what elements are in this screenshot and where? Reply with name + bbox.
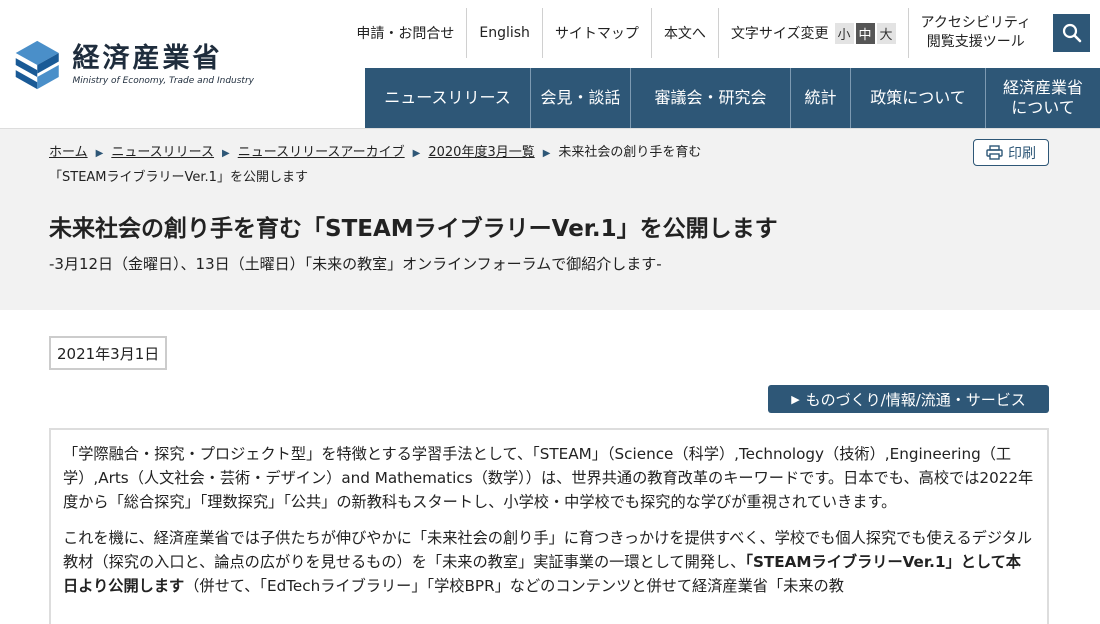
breadcrumb-arrow-icon: ▶: [95, 148, 104, 159]
gnav-councils[interactable]: 審議会・研究会: [630, 68, 790, 128]
accessibility-line1: アクセシビリティ: [920, 15, 1031, 31]
font-size-label: 文字サイズ変更: [730, 26, 829, 42]
global-nav: ニュースリリース 会見・談話 審議会・研究会 統計 政策について 経済産業省 に…: [365, 68, 1100, 128]
logo-text-jp: 経済産業省: [72, 43, 223, 74]
breadcrumb-arrow-icon: ▶: [222, 148, 230, 159]
breadcrumb-arrow-icon: ▶: [412, 148, 421, 159]
breadcrumb-month-list[interactable]: 2020年度3月一覧: [428, 145, 534, 160]
body-paragraph-2-continued: （併せて、「EdTechライブラリー」「学校BPR」などのコンテンツと併せて経済…: [184, 577, 844, 595]
gnav-statistics[interactable]: 統計: [790, 68, 850, 128]
search-icon: [1062, 23, 1081, 43]
font-size-small-button[interactable]: 小: [834, 22, 854, 44]
font-size-medium-button[interactable]: 中: [855, 22, 875, 44]
gnav-about-line1: 経済産業省: [1002, 78, 1083, 97]
printer-icon: [986, 145, 1003, 160]
site-header: 経済産業省 Ministry of Economy, Trade and Ind…: [0, 0, 1100, 128]
utility-nav: 申請・お問合せ English サイトマップ 本文へ 文字サイズ変更 小 中 大…: [344, 8, 1090, 58]
breadcrumb-arrow-icon: ▶: [542, 148, 551, 159]
category-label: ものづくり/情報/流通・サービス: [805, 390, 1026, 409]
breadcrumb-news-release[interactable]: ニュースリリース: [111, 145, 214, 160]
breadcrumb-archive[interactable]: ニュースリリースアーカイブ: [238, 145, 405, 160]
accessibility-line2: 閲覧支援ツール: [926, 34, 1025, 50]
english-link[interactable]: English: [466, 8, 542, 58]
breadcrumb: ホーム ▶ ニュースリリース ▶ ニュースリリースアーカイブ ▶ 2020年度3月一覧 ▶ 未来…: [49, 141, 949, 190]
breadcrumb-current-line2: 「STEAMライブラリーVer.1」を公開します: [49, 170, 308, 185]
body-paragraph-2: これを機に、経済産業省では子供たちが伸びやかに「未来社会の創り手」に育つきっかけ…: [63, 526, 1035, 598]
contact-link[interactable]: 申請・お問合せ: [344, 8, 466, 58]
category-tag[interactable]: ▶ ものづくり/情報/流通・サービス: [768, 385, 1049, 413]
body-paragraph-1: 「学際融合・探究・プロジェクト型」を特徴とする学習手法として、「STEAM」（S…: [63, 445, 1034, 511]
search-button[interactable]: [1053, 14, 1090, 52]
title-area: ホーム ▶ ニュースリリース ▶ ニュースリリースアーカイブ ▶ 2020年度3月一覧 ▶ 未来…: [0, 128, 1100, 310]
page-subtitle: -3月12日（金曜日）、13日（土曜日）「未来の教室」オンラインフォーラムで御紹…: [49, 255, 662, 273]
print-button[interactable]: 印刷: [973, 139, 1049, 166]
skip-to-content-link[interactable]: 本文へ: [650, 8, 718, 58]
site-logo[interactable]: 経済産業省 Ministry of Economy, Trade and Ind…: [14, 30, 254, 100]
print-label: 印刷: [1008, 145, 1036, 162]
publish-date: 2021年3月1日: [49, 336, 168, 370]
breadcrumb-current-line1: 未来社会の創り手を育む: [558, 145, 702, 160]
gnav-about-line2: について: [1011, 98, 1075, 117]
breadcrumb-home[interactable]: ホーム: [49, 145, 88, 160]
logo-text-en: Ministry of Economy, Trade and Industry: [72, 76, 254, 86]
sitemap-link[interactable]: サイトマップ: [541, 8, 651, 58]
page-title: 未来社会の創り手を育む「STEAMライブラリーVer.1」を公開します: [49, 216, 778, 242]
gnav-press-conference[interactable]: 会見・談話: [530, 68, 630, 128]
accessibility-tool-link[interactable]: アクセシビリティ 閲覧支援ツール: [907, 8, 1043, 58]
article-body: 「学際融合・探究・プロジェクト型」を特徴とする学習手法として、「STEAM」（S…: [49, 428, 1049, 624]
triangle-right-icon: ▶: [791, 392, 800, 406]
gnav-news-release[interactable]: ニュースリリース: [365, 68, 530, 128]
meti-logo-icon: [15, 40, 59, 90]
font-size-switcher: 文字サイズ変更 小 中 大: [717, 8, 908, 58]
gnav-policy[interactable]: 政策について: [850, 68, 985, 128]
font-size-large-button[interactable]: 大: [876, 22, 896, 44]
gnav-about-meti[interactable]: 経済産業省 について: [985, 68, 1100, 128]
